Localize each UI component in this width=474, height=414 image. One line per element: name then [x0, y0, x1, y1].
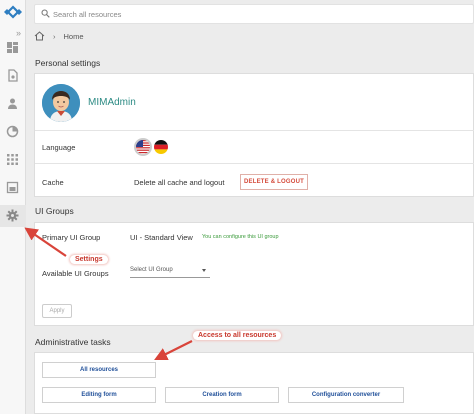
primary-ui-group-value: UI - Standard View: [130, 233, 193, 242]
sidebar-item-settings[interactable]: [0, 205, 26, 227]
avatar: [42, 84, 80, 122]
chart-icon[interactable]: [6, 125, 19, 138]
logo-icon[interactable]: [3, 5, 23, 19]
cache-description: Delete all cache and logout: [134, 178, 225, 187]
chevron-down-icon: [202, 269, 206, 272]
select-placeholder: Select UI Group: [130, 267, 173, 273]
home-icon[interactable]: [34, 31, 45, 41]
divider: [35, 163, 474, 164]
primary-ui-group-label: Primary UI Group: [42, 233, 101, 242]
creation-form-button[interactable]: Creation form: [165, 387, 279, 403]
ui-group-select[interactable]: Select UI Group: [130, 266, 210, 278]
language-label: Language: [42, 143, 76, 152]
delete-logout-button[interactable]: DELETE & LOGOUT: [240, 174, 308, 190]
editing-form-button[interactable]: Editing form: [42, 387, 156, 403]
breadcrumb-home[interactable]: Home: [64, 32, 84, 41]
settings-callout: Settings: [70, 255, 108, 264]
admin-tasks-title: Administrative tasks: [35, 337, 111, 347]
person-icon[interactable]: [6, 97, 19, 110]
primary-ui-group-hint: You can configure this UI group: [202, 234, 279, 240]
available-ui-groups-label: Available UI Groups: [42, 269, 109, 278]
all-resources-button[interactable]: All resources: [42, 362, 156, 378]
document-icon[interactable]: [6, 69, 19, 82]
personal-settings-title: Personal settings: [35, 58, 101, 68]
report-icon[interactable]: [6, 181, 19, 194]
flag-us-icon[interactable]: [136, 140, 150, 154]
grid-icon[interactable]: [6, 153, 19, 166]
dashboard-icon[interactable]: [6, 41, 19, 54]
resources-callout: Access to all resources: [193, 331, 282, 340]
search-icon: [41, 9, 50, 18]
divider: [35, 130, 474, 131]
search-bar[interactable]: [34, 4, 474, 24]
search-input[interactable]: [53, 7, 453, 22]
gear-icon: [6, 209, 19, 222]
flag-de-icon[interactable]: [154, 140, 168, 154]
configuration-converter-button[interactable]: Configuration converter: [288, 387, 404, 403]
cache-label: Cache: [42, 178, 64, 187]
breadcrumb: › Home: [34, 30, 84, 42]
sidebar: »: [0, 0, 26, 414]
apply-button[interactable]: Apply: [42, 304, 72, 318]
chevron-right-icon: ›: [53, 31, 56, 41]
ui-groups-title: UI Groups: [35, 206, 74, 216]
username: MIMAdmin: [88, 97, 136, 108]
collapse-sidebar-icon[interactable]: »: [16, 28, 21, 38]
